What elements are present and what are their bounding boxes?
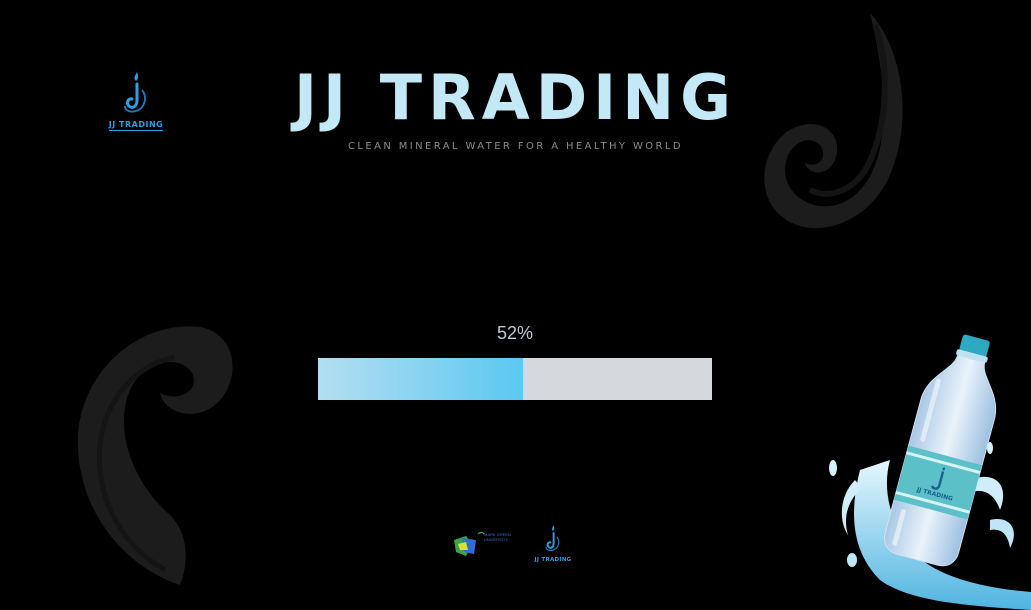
progress-bar — [318, 358, 712, 400]
progress-bar-fill — [318, 358, 523, 400]
footer-brand-logo: JJ TRADING — [528, 524, 578, 563]
page-tagline: CLEAN MINERAL WATER FOR A HEALTHY WORLD — [348, 141, 683, 152]
progress-percent-label: 52% — [496, 323, 534, 343]
partner-logo-text: MARK GREEN UNIVERSITY — [484, 532, 511, 542]
footer-brand-logo-text: JJ TRADING — [534, 557, 572, 563]
page-title: JJ TRADING — [293, 61, 738, 134]
footer-logos: MARK GREEN UNIVERSITY JJ TRADING — [448, 522, 588, 566]
water-drop-j-icon — [545, 525, 560, 552]
water-bottle-icon: JJ TRADING — [829, 334, 1031, 610]
loading-screen: JJ TRADING JJ TRADING CLEAN MINERAL WATE… — [0, 0, 1031, 610]
water-swirl-icon — [77, 326, 233, 585]
